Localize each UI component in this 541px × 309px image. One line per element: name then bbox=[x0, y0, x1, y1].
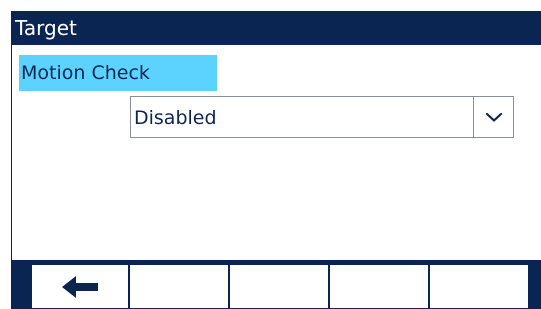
page-title: Target bbox=[15, 16, 77, 40]
softkey-bar bbox=[11, 260, 541, 309]
select-value: Disabled bbox=[134, 107, 217, 129]
dropdown-button[interactable] bbox=[473, 97, 513, 137]
back-softkey[interactable] bbox=[31, 264, 129, 309]
motion-check-select[interactable]: Disabled bbox=[130, 96, 514, 138]
content-area: Motion Check Disabled bbox=[11, 45, 541, 260]
chevron-down-icon bbox=[485, 112, 502, 122]
softkey-3[interactable] bbox=[229, 264, 329, 309]
softkey-5[interactable] bbox=[429, 264, 529, 309]
softkey-4[interactable] bbox=[329, 264, 429, 309]
screen: Target Motion Check Disabled bbox=[0, 0, 541, 309]
softkey-2[interactable] bbox=[129, 264, 229, 309]
motion-check-label: Motion Check bbox=[19, 55, 217, 91]
arrow-left-icon bbox=[62, 275, 98, 298]
title-bar: Target bbox=[11, 11, 541, 45]
field-label-text: Motion Check bbox=[21, 62, 150, 84]
